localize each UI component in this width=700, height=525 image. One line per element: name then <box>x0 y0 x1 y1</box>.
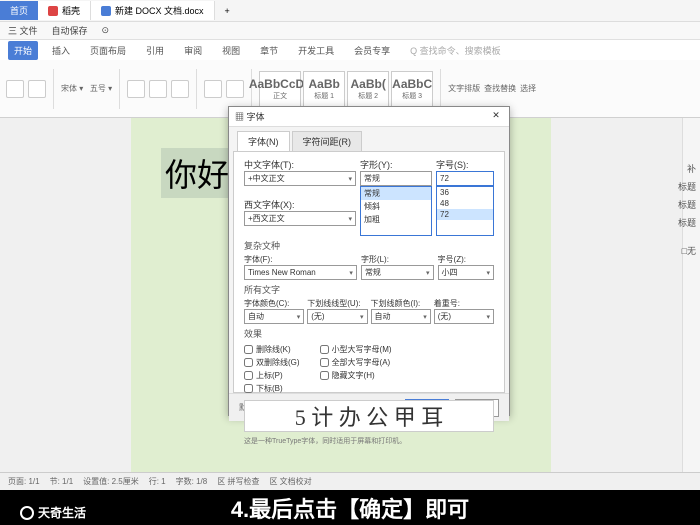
ribtab-ref[interactable]: 引用 <box>140 41 170 60</box>
titlebar: 首页 稻壳 新建 DOCX 文档.docx + <box>0 0 700 22</box>
status-bar: 页面: 1/1 节: 1/1 设置值: 2.5厘米 行: 1 字数: 1/8 区… <box>0 472 700 490</box>
dialog-titlebar[interactable]: ▦ 字体 ✕ <box>229 107 509 127</box>
underline-select[interactable]: (无)▾ <box>307 309 367 324</box>
complex-font-select[interactable]: Times New Roman▾ <box>244 265 357 280</box>
ribtab-section[interactable]: 章节 <box>254 41 284 60</box>
style-label: 字形(Y): <box>360 158 418 171</box>
cb-strike[interactable]: 删除线(K) <box>244 344 300 355</box>
size-input[interactable]: 72 <box>436 171 494 186</box>
status-proof[interactable]: 区 文档校对 <box>269 476 311 487</box>
cb-smallcaps[interactable]: 小型大写字母(M) <box>320 344 392 355</box>
status-pos: 设置值: 2.5厘米 <box>83 476 139 487</box>
qa-more[interactable]: ⊙ <box>102 25 110 36</box>
status-page[interactable]: 页面: 1/1 <box>8 476 40 487</box>
italic-button[interactable] <box>149 80 167 98</box>
tab-docer[interactable]: 稻壳 <box>38 1 91 20</box>
font-color-select[interactable]: 自动▾ <box>244 309 304 324</box>
cb-dstrike[interactable]: 双删除线(G) <box>244 357 300 368</box>
ribtab-dev[interactable]: 开发工具 <box>292 41 340 60</box>
style-list[interactable]: 常规 倾斜 加粗 <box>360 186 432 236</box>
quick-access: 三 文件 自动保存 ⊙ <box>0 22 700 40</box>
style-normal[interactable]: AaBbCcDd正文 <box>259 71 301 107</box>
ribtab-review[interactable]: 审阅 <box>178 41 208 60</box>
cb-sub[interactable]: 下标(B) <box>244 383 300 394</box>
style-input[interactable]: 常规 <box>360 171 432 186</box>
logo-icon <box>20 506 34 520</box>
tab-home[interactable]: 首页 <box>0 1 38 20</box>
ribtab-layout[interactable]: 页面布局 <box>84 41 132 60</box>
wps-window: 首页 稻壳 新建 DOCX 文档.docx + 三 文件 自动保存 ⊙ 开始 插… <box>0 0 700 490</box>
preview-note: 这是一种TrueType字体，同时适用于屏幕和打印机。 <box>244 436 494 446</box>
status-spell[interactable]: 区 拼写检查 <box>217 476 259 487</box>
search-box[interactable]: Q 查找命令、搜索模板 <box>404 41 507 60</box>
complex-size-select[interactable]: 小四▾ <box>438 265 494 280</box>
west-font-select[interactable]: +西文正文▾ <box>244 211 356 226</box>
cb-hidden[interactable]: 隐藏文字(H) <box>320 370 392 381</box>
bold-button[interactable] <box>127 80 145 98</box>
size-label: 字号(S): <box>436 158 494 171</box>
right-labels: 补标题标题标题□无 <box>678 160 696 260</box>
status-section: 节: 1/1 <box>50 476 74 487</box>
cb-super[interactable]: 上标(P) <box>244 370 300 381</box>
cb-allcaps[interactable]: 全部大写字母(A) <box>320 357 392 368</box>
status-words[interactable]: 字数: 1/8 <box>176 476 208 487</box>
doc-icon <box>101 6 111 16</box>
video-caption: 天奇生活 4.最后点击【确定】即可 <box>0 490 700 525</box>
list-button[interactable] <box>226 80 244 98</box>
tab-document[interactable]: 新建 DOCX 文档.docx <box>91 1 215 20</box>
style-h1[interactable]: AaBb标题 1 <box>303 71 345 107</box>
dialog-title: ▦ 字体 <box>235 110 265 123</box>
brand-logo: 天奇生活 <box>20 504 86 521</box>
cn-font-label: 中文字体(T): <box>244 158 302 171</box>
ribtab-view[interactable]: 视图 <box>216 41 246 60</box>
emphasis-select[interactable]: (无)▾ <box>434 309 494 324</box>
complex-label: 复杂文种 <box>244 239 494 252</box>
ribtab-vip[interactable]: 会员专享 <box>348 41 396 60</box>
status-line: 行: 1 <box>149 476 166 487</box>
tab-add[interactable]: + <box>215 3 240 19</box>
complex-style-select[interactable]: 常规▾ <box>361 265 434 280</box>
align-button[interactable] <box>204 80 222 98</box>
ribtab-insert[interactable]: 插入 <box>46 41 76 60</box>
select-menu[interactable]: 选择 <box>520 83 536 94</box>
text-layout[interactable]: 文字排版 <box>448 83 480 94</box>
underline-color-select[interactable]: 自动▾ <box>371 309 431 324</box>
size-list[interactable]: 36 48 72 <box>436 186 494 236</box>
style-h3[interactable]: AaBbC标题 3 <box>391 71 433 107</box>
font-dialog: ▦ 字体 ✕ 字体(N) 字符间距(R) 中文字体(T): +中文正文▾ 西文字… <box>228 106 510 416</box>
underline-button[interactable] <box>171 80 189 98</box>
west-font-label: 西文字体(X): <box>244 198 302 211</box>
font-preview: 5 计 办 公 甲 耳 <box>244 400 494 432</box>
cn-font-select[interactable]: +中文正文▾ <box>244 171 356 186</box>
ribtab-start[interactable]: 开始 <box>8 41 38 60</box>
effects-label: 效果 <box>244 327 494 340</box>
tab-spacing[interactable]: 字符间距(R) <box>292 131 363 151</box>
find-replace[interactable]: 查找替换 <box>484 83 516 94</box>
cut-button[interactable] <box>28 80 46 98</box>
style-gallery[interactable]: AaBbCcDd正文 AaBb标题 1 AaBb(标题 2 AaBbC标题 3 <box>259 71 433 107</box>
dialog-tabs: 字体(N) 字符间距(R) <box>229 127 509 151</box>
alltext-label: 所有文字 <box>244 283 494 296</box>
paste-button[interactable] <box>6 80 24 98</box>
style-h2[interactable]: AaBb(标题 2 <box>347 71 389 107</box>
ribbon-tabs: 开始 插入 页面布局 引用 审阅 视图 章节 开发工具 会员专享 Q 查找命令、… <box>0 40 700 60</box>
close-icon[interactable]: ✕ <box>489 110 503 124</box>
tab-font[interactable]: 字体(N) <box>237 131 290 151</box>
dialog-body: 中文字体(T): +中文正文▾ 西文字体(X): +西文正文▾ 字形(Y): 常… <box>233 151 505 393</box>
font-combo[interactable]: 宋体 ▾ 五号 ▾ <box>61 83 112 94</box>
docer-icon <box>48 6 58 16</box>
menu-file[interactable]: 三 文件 <box>8 24 38 37</box>
qa-autosave[interactable]: 自动保存 <box>52 24 88 37</box>
